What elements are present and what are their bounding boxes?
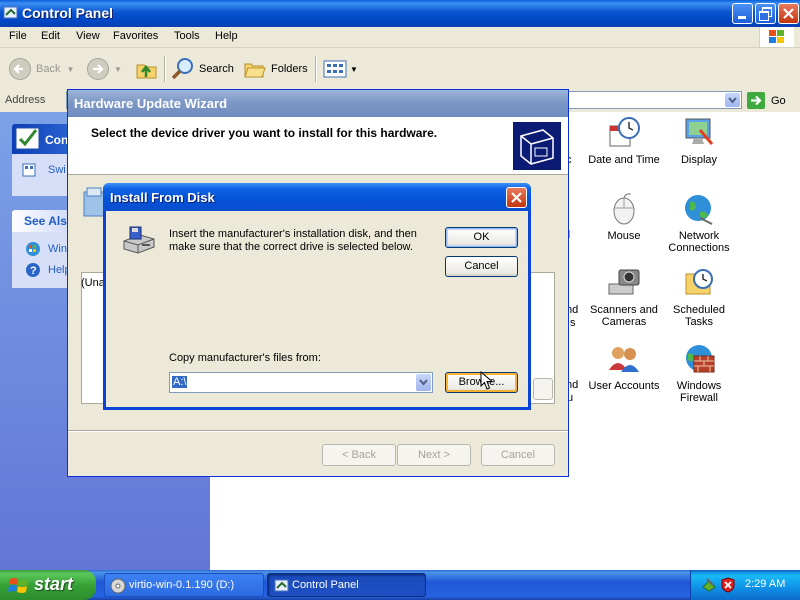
pane-title: Con <box>45 133 69 147</box>
copy-from-combobox[interactable]: A:\ <box>169 372 433 393</box>
chevron-down-icon: ▼ <box>114 64 122 74</box>
chevron-down-icon: ▼ <box>350 64 358 74</box>
menu-edit[interactable]: Edit <box>41 30 60 42</box>
dialog-title: Install From Disk <box>110 190 215 205</box>
maximize-button[interactable] <box>755 3 776 24</box>
disk-drive-icon <box>123 226 155 254</box>
dialog-titlebar[interactable]: Install From Disk <box>103 183 531 211</box>
dialog-body: Insert the manufacturer's installation d… <box>106 211 528 407</box>
views-icon <box>323 60 347 78</box>
dialog-cancel-button[interactable]: Cancel <box>445 256 518 277</box>
control-panel-big-icon <box>15 127 40 150</box>
driver-list-item[interactable]: (Una <box>81 277 105 289</box>
menu-file[interactable]: File <box>9 30 27 42</box>
close-icon <box>511 192 522 203</box>
have-disk-button-partial[interactable] <box>533 378 553 400</box>
menu-bar: File Edit View Favorites Tools Help <box>0 27 800 48</box>
chevron-down-icon: ▼ <box>66 64 75 74</box>
network-icon <box>685 195 713 225</box>
clock-icon <box>609 117 640 147</box>
folders-icon <box>244 63 266 78</box>
go-arrow-icon <box>747 92 765 109</box>
mouse-icon <box>613 193 635 225</box>
control-panel-icon <box>274 579 289 592</box>
user-accounts-item[interactable]: User Accounts <box>584 342 664 392</box>
up-folder-icon <box>136 64 157 79</box>
taskbar-button-virtio[interactable]: virtio-win-0.1.190 (D:) <box>104 573 264 597</box>
clock: 2:29 AM <box>745 578 786 590</box>
menu-help[interactable]: Help <box>215 30 238 42</box>
switch-view-icon <box>22 163 36 177</box>
search-button[interactable]: Search <box>170 48 234 90</box>
cd-drive-icon <box>110 578 126 594</box>
system-tray: 2:29 AM <box>690 570 800 600</box>
dialog-message: Insert the manufacturer's installation d… <box>169 228 417 253</box>
close-button[interactable] <box>778 3 799 24</box>
safely-remove-hardware-icon[interactable] <box>701 577 717 593</box>
folders-button[interactable]: Folders <box>243 48 308 90</box>
switch-view-link[interactable]: Swi <box>48 164 66 176</box>
taskbar: start virtio-win-0.1.190 (D:) Control Pa… <box>0 570 800 600</box>
wizard-cancel-button[interactable]: Cancel <box>481 444 555 466</box>
close-icon <box>783 8 794 19</box>
minimize-button[interactable] <box>732 3 753 24</box>
wizard-title: Hardware Update Wizard <box>74 96 228 111</box>
scanners-cameras-item[interactable]: Scanners and Cameras <box>584 266 664 328</box>
chevron-down-icon <box>728 97 737 104</box>
next-button[interactable]: Next > <box>397 444 471 466</box>
wizard-heading: Select the device driver you want to ins… <box>91 126 438 140</box>
display-icon <box>685 118 714 145</box>
user-accounts-icon <box>609 347 639 372</box>
partial-icon-label: s <box>570 317 576 329</box>
windows-update-icon <box>26 242 40 256</box>
forward-arrow-icon <box>87 58 109 80</box>
start-button[interactable]: start <box>0 570 96 600</box>
firewall-icon <box>686 345 715 373</box>
address-dropdown-button[interactable] <box>725 93 740 107</box>
wizard-header: Select the device driver you want to ins… <box>68 117 568 175</box>
windows-logo <box>759 27 794 47</box>
dialog-close-button[interactable] <box>506 187 527 208</box>
window-title: Control Panel <box>22 5 114 21</box>
views-button[interactable]: ▼ <box>322 48 358 90</box>
go-button[interactable]: Go <box>747 92 786 109</box>
scheduled-tasks-icon <box>685 269 713 295</box>
wizard-titlebar[interactable]: Hardware Update Wizard <box>68 90 568 117</box>
copy-from-value: A:\ <box>172 376 188 388</box>
date-time-item[interactable]: Date and Time <box>584 116 664 166</box>
menu-tools[interactable]: Tools <box>174 30 200 42</box>
menu-favorites[interactable]: Favorites <box>113 30 158 42</box>
up-folder-button[interactable] <box>134 48 160 90</box>
forward-button[interactable]: ▼ <box>86 48 122 90</box>
svg-text:?: ? <box>30 265 37 277</box>
mouse-pointer-icon <box>480 371 494 390</box>
scanner-icon <box>608 269 640 295</box>
network-connections-item[interactable]: Network Connections <box>659 192 739 254</box>
windows-firewall-item[interactable]: Windows Firewall <box>659 342 739 404</box>
windows-flag-icon <box>8 578 28 593</box>
combobox-dropdown-button[interactable] <box>416 374 431 391</box>
back-button[interactable]: < Back <box>322 444 396 466</box>
display-item[interactable]: Display <box>659 116 739 166</box>
install-from-disk-dialog: Install From Disk Insert the manufacture… <box>103 183 531 410</box>
security-center-shield-icon[interactable] <box>720 577 736 593</box>
back-arrow-icon <box>9 58 31 80</box>
scheduled-tasks-item[interactable]: Scheduled Tasks <box>659 266 739 328</box>
divider <box>68 430 568 432</box>
mouse-item[interactable]: Mouse <box>584 192 664 242</box>
address-label: Address <box>5 94 46 106</box>
help-icon: ? <box>26 263 40 277</box>
search-icon <box>171 58 193 80</box>
ok-button[interactable]: OK <box>445 227 518 248</box>
menu-view[interactable]: View <box>76 30 100 42</box>
chevron-down-icon <box>419 379 428 386</box>
control-panel-titlebar[interactable]: Control Panel <box>0 0 800 27</box>
windows-update-link[interactable]: Win <box>48 243 67 255</box>
toolbar: Back ▼ ▼ Search Folders ▼ <box>0 48 800 91</box>
copy-from-label: Copy manufacturer's files from: <box>169 352 321 364</box>
back-button[interactable]: Back ▼ <box>8 48 74 90</box>
control-panel-icon <box>3 6 18 19</box>
hardware-icon <box>512 121 562 171</box>
taskbar-button-control-panel[interactable]: Control Panel <box>267 573 426 597</box>
